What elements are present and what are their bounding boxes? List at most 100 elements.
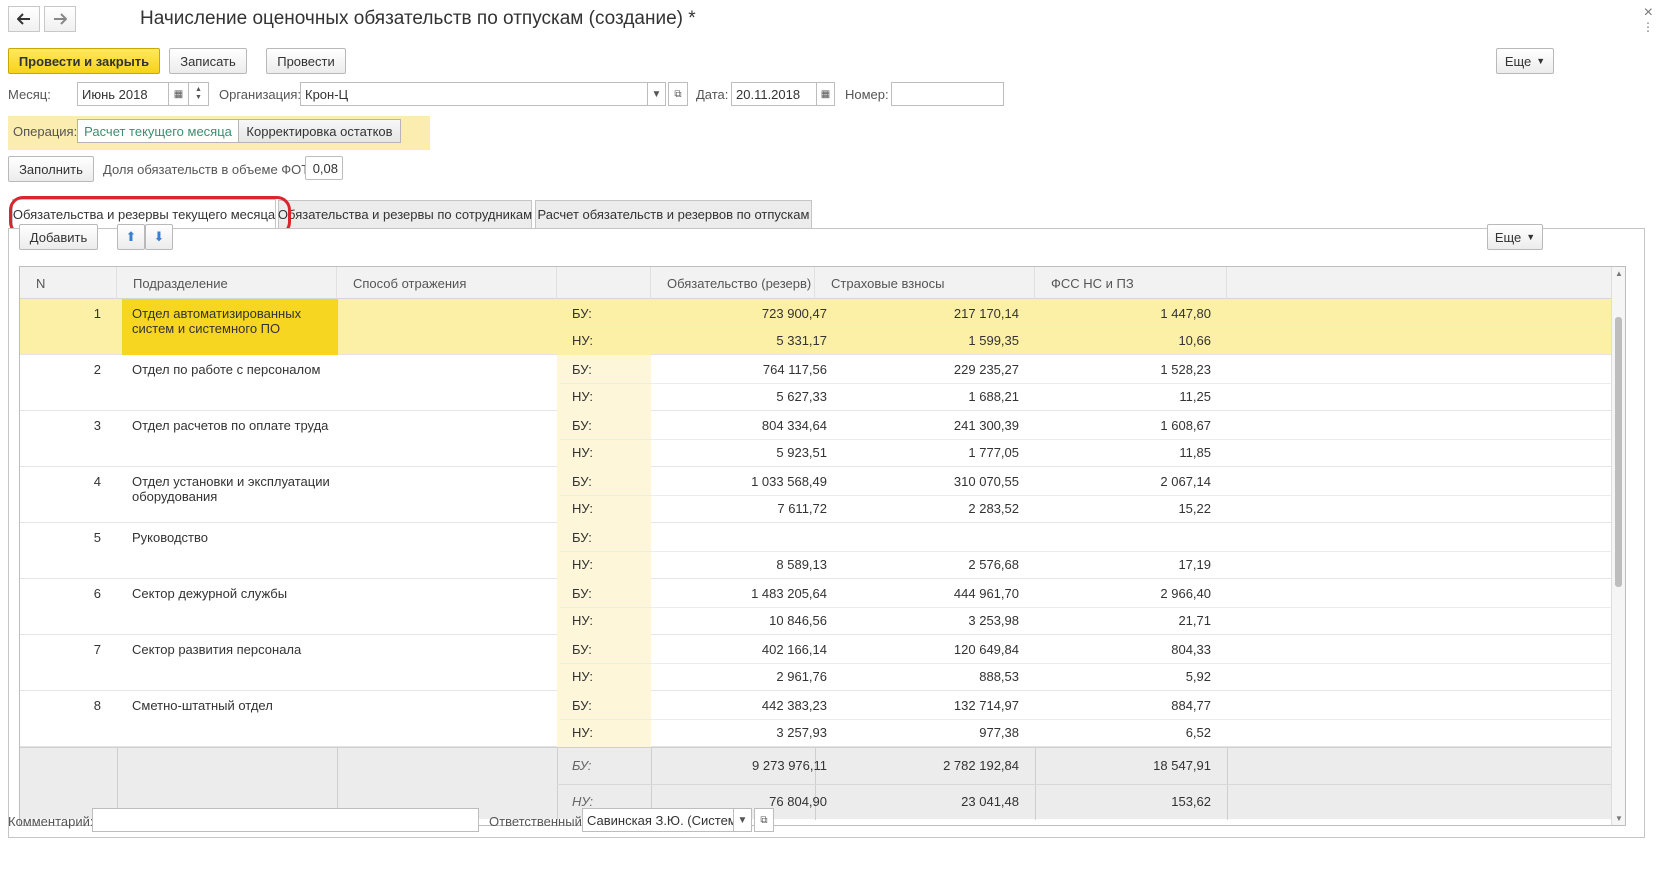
- calendar-icon[interactable]: ▦: [817, 82, 835, 106]
- nu-insurance[interactable]: 1 599,35: [815, 333, 1019, 348]
- bu-fss[interactable]: 2 966,40: [1035, 586, 1211, 601]
- comment-field[interactable]: [92, 808, 479, 832]
- scroll-up-icon[interactable]: ▲: [1615, 269, 1623, 278]
- col-fss[interactable]: ФСС НС и ПЗ: [1035, 267, 1227, 299]
- nu-obligation[interactable]: 5 627,33: [651, 389, 827, 404]
- bu-obligation[interactable]: 1 483 205,64: [651, 586, 827, 601]
- nu-obligation[interactable]: 8 589,13: [651, 557, 827, 572]
- bu-obligation[interactable]: 804 334,64: [651, 418, 827, 433]
- nu-fss[interactable]: 10,66: [1035, 333, 1211, 348]
- bu-obligation[interactable]: 764 117,56: [651, 362, 827, 377]
- table-more-button[interactable]: Еще ▼: [1487, 224, 1543, 250]
- department-name[interactable]: Сметно-штатный отдел: [132, 698, 273, 713]
- share-field[interactable]: 0,08: [305, 156, 343, 180]
- department-name[interactable]: Отдел по работе с персоналом: [132, 362, 320, 377]
- move-down-button[interactable]: ⬇: [145, 224, 173, 250]
- nu-fss[interactable]: 15,22: [1035, 501, 1211, 516]
- nu-insurance[interactable]: 3 253,98: [815, 613, 1019, 628]
- forward-button[interactable]: [44, 6, 76, 32]
- nu-insurance[interactable]: 2 576,68: [815, 557, 1019, 572]
- table-scrollbar[interactable]: ▲ ▼: [1611, 267, 1625, 825]
- post-button[interactable]: Провести: [266, 48, 346, 74]
- bu-fss[interactable]: 1 447,80: [1035, 306, 1211, 321]
- window-menu-icon[interactable]: ⋮: [1642, 20, 1654, 34]
- bu-obligation[interactable]: 723 900,47: [651, 306, 827, 321]
- bu-fss[interactable]: 1 608,67: [1035, 418, 1211, 433]
- move-up-button[interactable]: ⬆: [117, 224, 145, 250]
- month-stepper[interactable]: ▲ ▼: [189, 82, 209, 106]
- organization-field[interactable]: Крон-Ц: [300, 82, 648, 106]
- stepper-down-icon[interactable]: ▼: [195, 94, 202, 102]
- col-accounting[interactable]: [557, 267, 651, 299]
- nu-insurance[interactable]: 1 777,05: [815, 445, 1019, 460]
- bu-insurance[interactable]: 229 235,27: [815, 362, 1019, 377]
- scrollbar-thumb[interactable]: [1615, 317, 1622, 587]
- department-name[interactable]: Отдел расчетов по оплате труда: [132, 418, 328, 433]
- bu-insurance[interactable]: 120 649,84: [815, 642, 1019, 657]
- table-row[interactable]: 1 Отдел автоматизированных систем и систем…: [20, 299, 1625, 355]
- bu-fss[interactable]: 804,33: [1035, 642, 1211, 657]
- month-field[interactable]: Июнь 2018: [77, 82, 169, 106]
- department-name[interactable]: Сектор дежурной службы: [132, 586, 287, 601]
- org-dropdown-icon[interactable]: ▼: [648, 82, 666, 106]
- bu-insurance[interactable]: 310 070,55: [815, 474, 1019, 489]
- department-name[interactable]: Отдел установки и эксплуатации оборудован…: [132, 474, 330, 504]
- nu-fss[interactable]: 17,19: [1035, 557, 1211, 572]
- bu-insurance[interactable]: 444 961,70: [815, 586, 1019, 601]
- table-row[interactable]: 7 Сектор развития персонала БУ: НУ: 402 166,…: [20, 635, 1625, 691]
- bu-fss[interactable]: 2 067,14: [1035, 474, 1211, 489]
- col-obligation[interactable]: Обязательство (резерв): [651, 267, 815, 299]
- bu-insurance[interactable]: 241 300,39: [815, 418, 1019, 433]
- save-button[interactable]: Записать: [169, 48, 247, 74]
- bu-fss[interactable]: 884,77: [1035, 698, 1211, 713]
- nu-fss[interactable]: 6,52: [1035, 725, 1211, 740]
- nu-fss[interactable]: 11,25: [1035, 389, 1211, 404]
- back-button[interactable]: [8, 6, 40, 32]
- nu-insurance[interactable]: 1 688,21: [815, 389, 1019, 404]
- table-row[interactable]: 3 Отдел расчетов по оплате труда БУ: НУ: 804…: [20, 411, 1625, 467]
- bu-fss[interactable]: 1 528,23: [1035, 362, 1211, 377]
- calendar-icon[interactable]: ▦: [169, 82, 189, 106]
- department-name[interactable]: Отдел автоматизированных систем и системн…: [132, 306, 301, 336]
- nu-insurance[interactable]: 977,38: [815, 725, 1019, 740]
- nu-insurance[interactable]: 2 283,52: [815, 501, 1019, 516]
- nu-fss[interactable]: 5,92: [1035, 669, 1211, 684]
- nu-obligation[interactable]: 7 611,72: [651, 501, 827, 516]
- tab-by-employees[interactable]: Обязательства и резервы по сотрудникам: [278, 200, 532, 228]
- open-link-icon[interactable]: ⧉: [668, 82, 688, 106]
- table-row[interactable]: 8 Сметно-штатный отдел БУ: НУ: 442 383,23 132…: [20, 691, 1625, 747]
- add-button[interactable]: Добавить: [19, 224, 98, 250]
- department-name[interactable]: Руководство: [132, 530, 208, 545]
- table-row[interactable]: 4 Отдел установки и эксплуатации оборудова…: [20, 467, 1625, 523]
- number-field[interactable]: [891, 82, 1004, 106]
- table-row[interactable]: 6 Сектор дежурной службы БУ: НУ: 1 483 205,6…: [20, 579, 1625, 635]
- col-n[interactable]: N: [20, 267, 117, 299]
- responsible-dropdown-icon[interactable]: ▼: [734, 808, 752, 832]
- bu-insurance[interactable]: 217 170,14: [815, 306, 1019, 321]
- bu-obligation[interactable]: 1 033 568,49: [651, 474, 827, 489]
- col-insurance[interactable]: Страховые взносы: [815, 267, 1035, 299]
- bu-insurance[interactable]: 132 714,97: [815, 698, 1019, 713]
- responsible-field[interactable]: Савинская З.Ю. (Системн: [582, 808, 734, 832]
- bu-obligation[interactable]: 402 166,14: [651, 642, 827, 657]
- nu-obligation[interactable]: 5 923,51: [651, 445, 827, 460]
- table-row[interactable]: 2 Отдел по работе с персоналом БУ: НУ: 764 1…: [20, 355, 1625, 411]
- nu-obligation[interactable]: 10 846,56: [651, 613, 827, 628]
- bu-obligation[interactable]: 442 383,23: [651, 698, 827, 713]
- nu-obligation[interactable]: 3 257,93: [651, 725, 827, 740]
- scroll-down-icon[interactable]: ▼: [1615, 814, 1623, 823]
- nu-fss[interactable]: 11,85: [1035, 445, 1211, 460]
- operation-current-month[interactable]: Расчет текущего месяца: [77, 119, 239, 143]
- operation-adjust-balances[interactable]: Корректировка остатков: [239, 119, 401, 143]
- col-method[interactable]: Способ отражения: [337, 267, 557, 299]
- more-button[interactable]: Еще ▼: [1496, 48, 1554, 74]
- open-link-icon[interactable]: ⧉: [754, 808, 774, 832]
- date-field[interactable]: 20.11.2018: [731, 82, 817, 106]
- table-row[interactable]: 5 Руководство БУ: НУ: 8 589,13 2 576,68 17,19: [20, 523, 1625, 579]
- col-department[interactable]: Подразделение: [117, 267, 337, 299]
- nu-fss[interactable]: 21,71: [1035, 613, 1211, 628]
- tab-vacation-calc[interactable]: Расчет обязательств и резервов по отпуск…: [535, 200, 812, 228]
- nu-insurance[interactable]: 888,53: [815, 669, 1019, 684]
- fill-button[interactable]: Заполнить: [8, 156, 94, 182]
- obligations-table[interactable]: N Подразделение Способ отражения Обязате…: [19, 266, 1626, 826]
